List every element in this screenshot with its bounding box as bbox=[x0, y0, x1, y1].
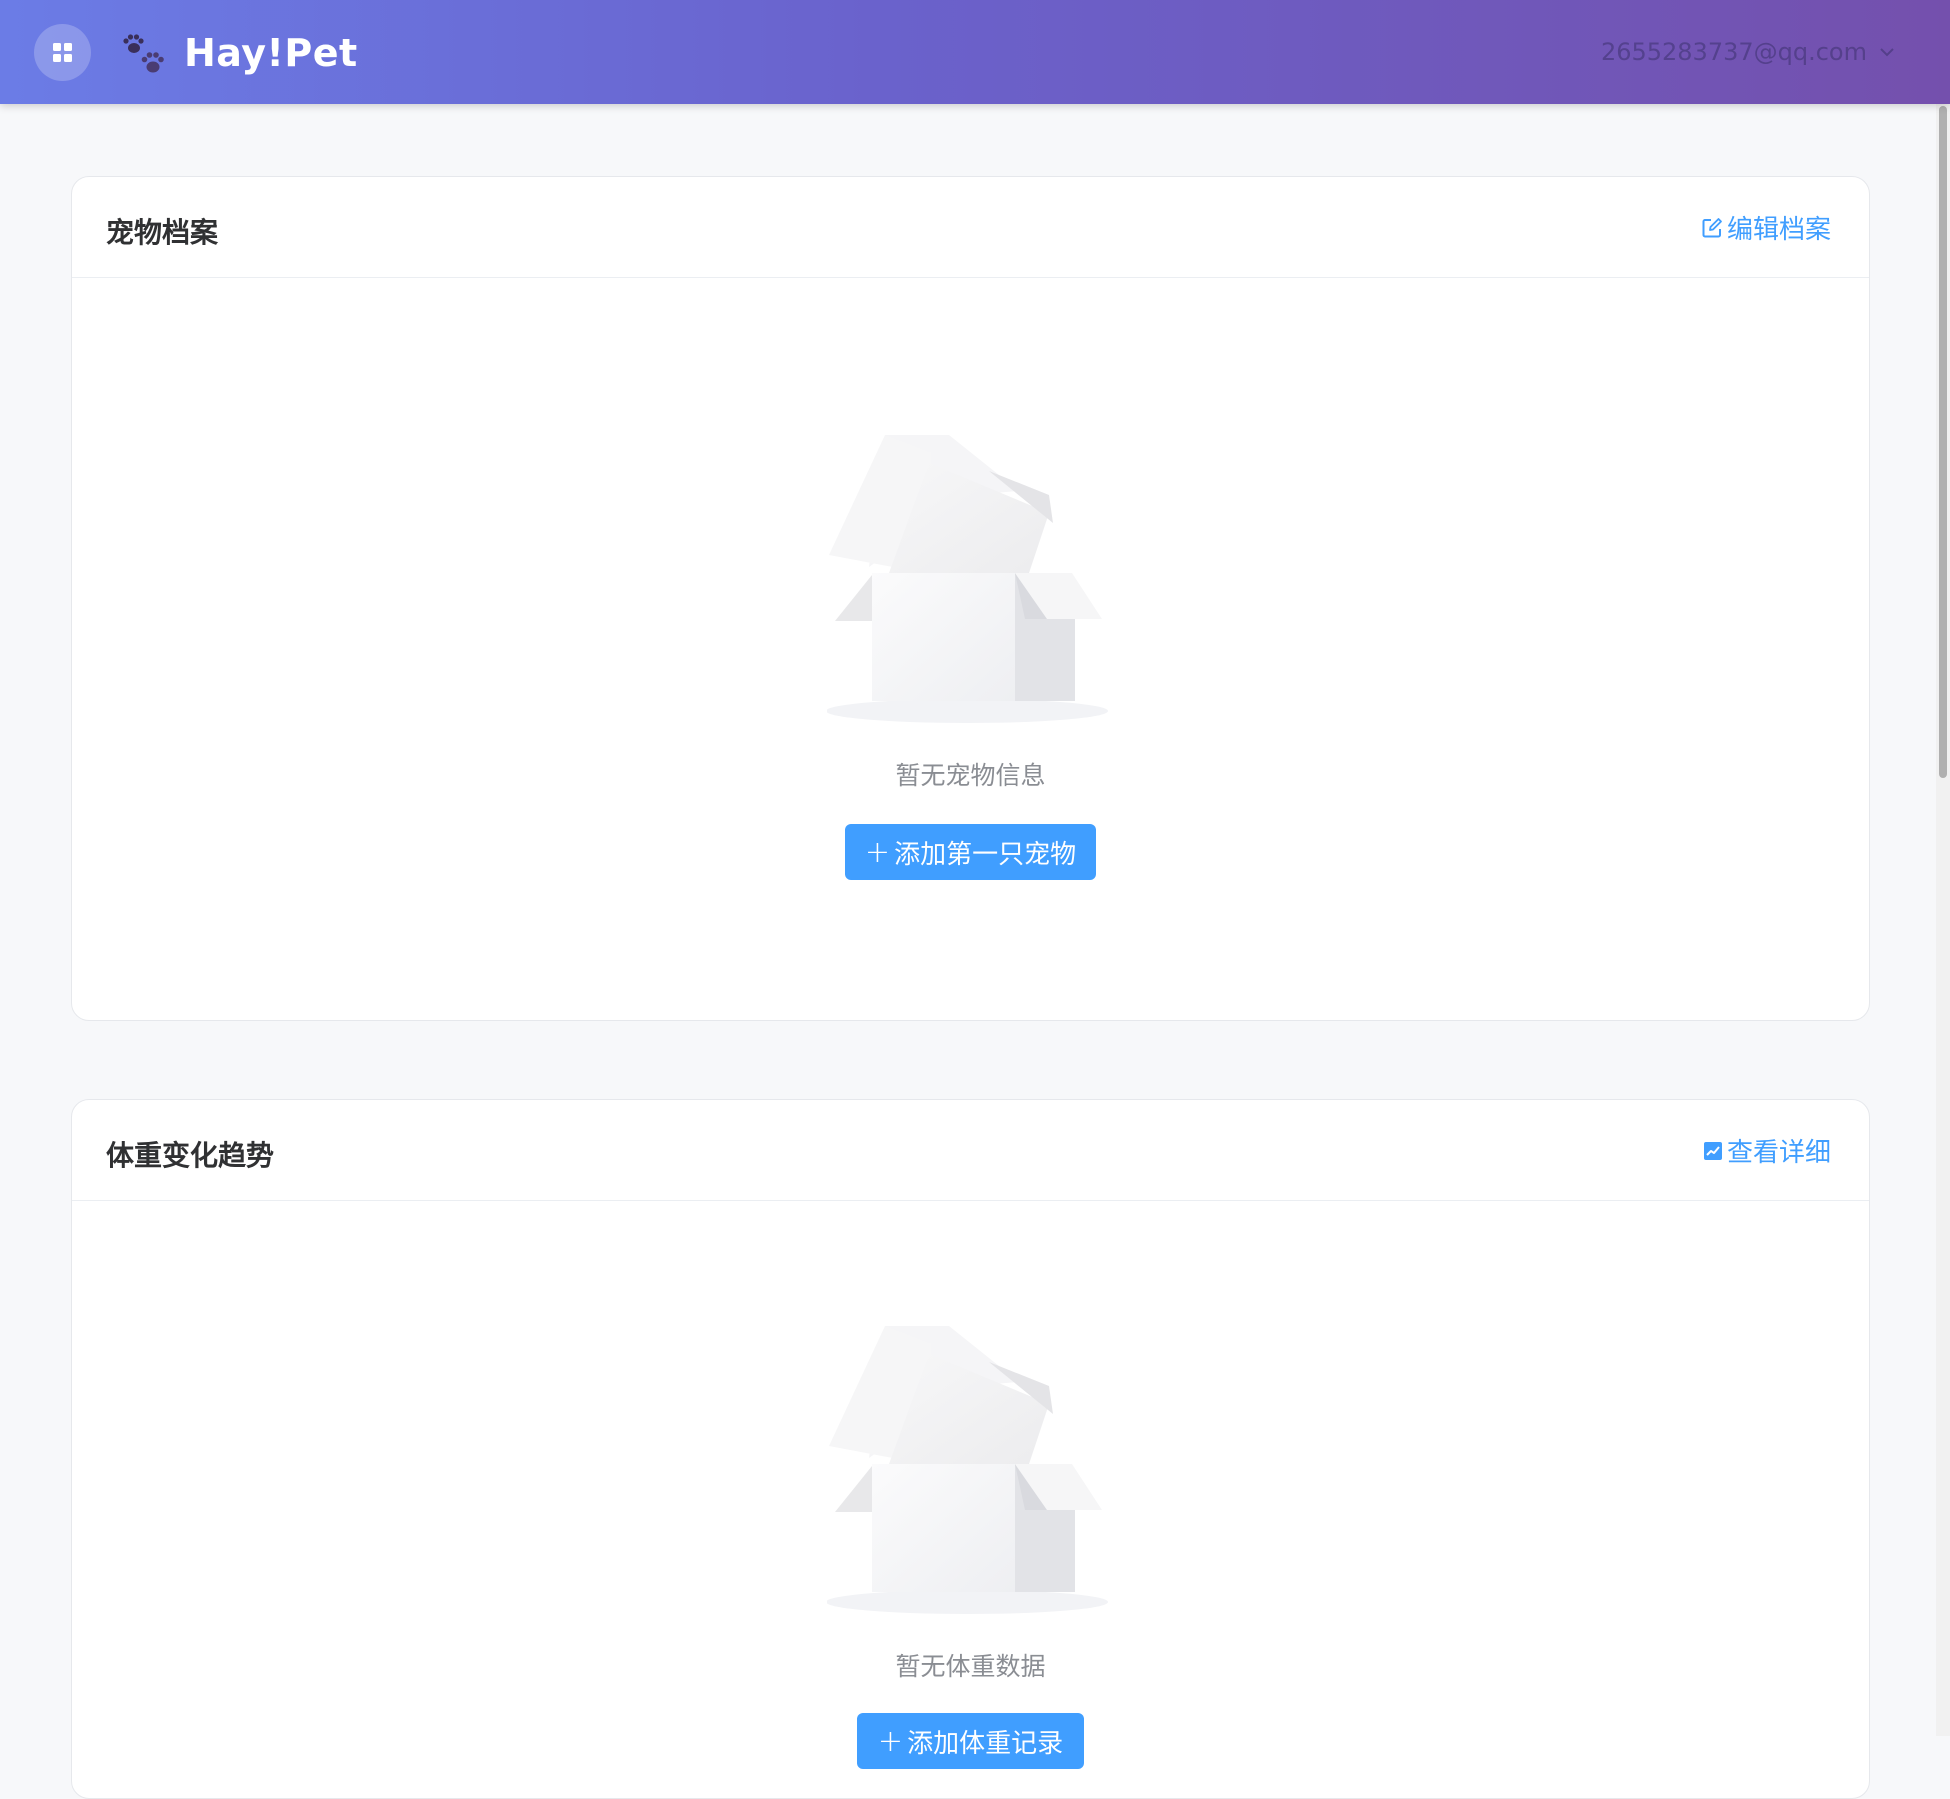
plus-icon: + bbox=[864, 834, 891, 870]
view-details-link[interactable]: 查看详细 bbox=[1703, 1132, 1831, 1169]
edit-profile-label: 编辑档案 bbox=[1726, 215, 1831, 245]
add-weight-record-label: 添加体重记录 bbox=[907, 1728, 1064, 1759]
empty-state-text: 暂无体重数据 bbox=[895, 1652, 1046, 1681]
empty-state-text: 暂无宠物信息 bbox=[895, 761, 1046, 790]
card-header: 体重变化趋势 查看详细 bbox=[72, 1100, 1869, 1201]
view-details-label: 查看详细 bbox=[1726, 1138, 1831, 1168]
add-first-pet-button[interactable]: + 添加第一只宠物 bbox=[845, 824, 1096, 880]
pet-profile-card: 宠物档案 编辑档案 暂无宠物信息 + 添加第一只宠物 bbox=[71, 176, 1870, 1021]
menu-toggle-button[interactable] bbox=[34, 24, 91, 81]
app-name: Hay!Pet bbox=[184, 31, 358, 75]
card-header: 宠物档案 编辑档案 bbox=[72, 177, 1869, 278]
chevron-down-icon bbox=[1880, 48, 1894, 57]
app-logo[interactable]: Hay!Pet bbox=[120, 26, 358, 80]
empty-box-illustration bbox=[827, 1326, 1108, 1614]
weight-trend-card: 体重变化趋势 查看详细 暂无体重数据 + 添加体重记录 bbox=[71, 1099, 1870, 1799]
user-menu-dropdown[interactable]: 2655283737@qq.com bbox=[1601, 34, 1895, 70]
page-scrollbar[interactable] bbox=[1936, 104, 1950, 1736]
paw-prints-icon bbox=[123, 34, 164, 73]
plus-icon: + bbox=[877, 1723, 904, 1759]
app-header: Hay!Pet 2655283737@qq.com bbox=[0, 0, 1950, 104]
add-first-pet-label: 添加第一只宠物 bbox=[894, 839, 1077, 870]
user-email: 2655283737@qq.com bbox=[1600, 38, 1867, 66]
grid-menu-icon bbox=[53, 43, 72, 62]
scrollbar-thumb[interactable] bbox=[1939, 106, 1947, 778]
card-title: 体重变化趋势 bbox=[106, 1139, 275, 1172]
edit-icon bbox=[1702, 217, 1722, 237]
edit-profile-link[interactable]: 编辑档案 bbox=[1701, 209, 1831, 246]
add-weight-record-button[interactable]: + 添加体重记录 bbox=[857, 1713, 1084, 1769]
trend-chart-icon bbox=[1703, 1141, 1722, 1160]
card-title: 宠物档案 bbox=[106, 216, 219, 249]
empty-box-illustration bbox=[827, 435, 1108, 723]
